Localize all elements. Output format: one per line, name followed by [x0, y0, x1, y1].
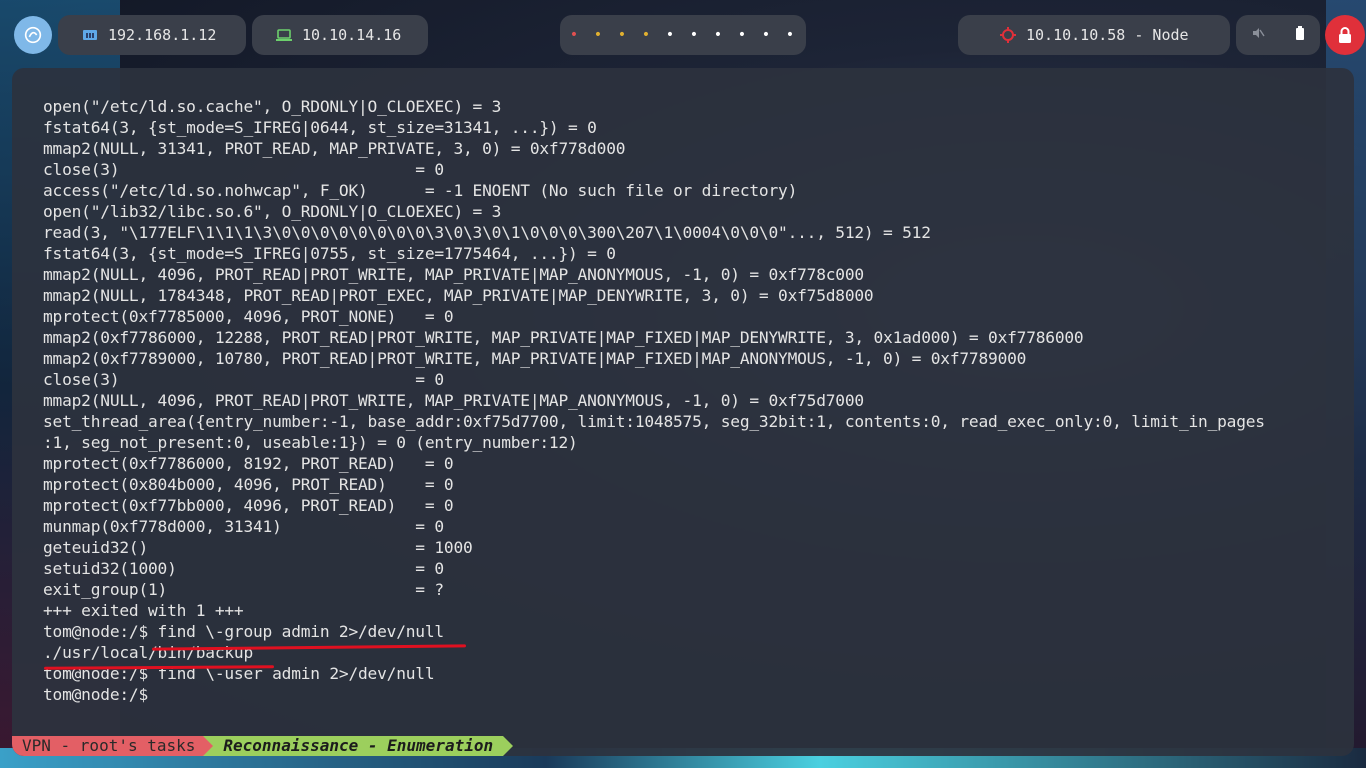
terminal-line: mmap2(0xf7786000, 12288, PROT_READ|PROT_… — [43, 328, 1084, 347]
tmux-statusbar: VPN - root's tasks Reconnaissance - Enum… — [12, 736, 514, 756]
window-label[interactable]: Reconnaissance - Enumeration — [213, 736, 504, 756]
terminal-line: :1, seg_not_present:0, useable:1}) = 0 (… — [43, 433, 578, 452]
terminal-line: exit_group(1) = ? — [43, 580, 444, 599]
arch-swirl-icon — [24, 26, 42, 44]
local-ip-widget[interactable]: 192.168.1.12 — [58, 15, 246, 55]
workspace-dot[interactable]: • — [634, 15, 658, 55]
terminal-line: read(3, "\177ELF\1\1\1\3\0\0\0\0\0\0\0\0… — [43, 223, 931, 242]
terminal-line: setuid32(1000) = 0 — [43, 559, 444, 578]
terminal-line: mmap2(NULL, 1784348, PROT_READ|PROT_EXEC… — [43, 286, 874, 305]
terminal-line: close(3) = 0 — [43, 160, 444, 179]
network-icon — [82, 28, 98, 42]
terminal-line: mprotect(0x804b000, 4096, PROT_READ) = 0 — [43, 475, 454, 494]
target-text: 10.10.10.58 - Node — [1026, 26, 1189, 44]
workspace-dot[interactable]: • — [658, 15, 682, 55]
battery-icon[interactable] — [1295, 26, 1305, 44]
workspace-dot[interactable]: • — [730, 15, 754, 55]
terminal-line: mprotect(0xf77bb000, 4096, PROT_READ) = … — [43, 496, 454, 515]
terminal-line: munmap(0xf778d000, 31341) = 0 — [43, 517, 444, 536]
workspace-dot[interactable]: • — [586, 15, 610, 55]
terminal-line: close(3) = 0 — [43, 370, 444, 389]
workspace-dot[interactable]: • — [562, 15, 586, 55]
terminal-line: tom@node:/$ — [43, 685, 158, 704]
workspace-dot[interactable]: • — [610, 15, 634, 55]
crosshair-icon — [1000, 27, 1016, 43]
workspace-dot[interactable]: • — [754, 15, 778, 55]
vpn-ip-widget[interactable]: 10.10.14.16 — [252, 15, 428, 55]
terminal-line: open("/lib32/libc.so.6", O_RDONLY|O_CLOE… — [43, 202, 502, 221]
terminal-line: set_thread_area({entry_number:-1, base_a… — [43, 412, 1265, 431]
terminal-line: tom@node:/$ find \-group admin 2>/dev/nu… — [43, 622, 444, 641]
workspace-dot[interactable]: • — [778, 15, 802, 55]
terminal-line: access("/etc/ld.so.nohwcap", F_OK) = -1 … — [43, 181, 798, 200]
terminal-line: mmap2(NULL, 31341, PROT_READ, MAP_PRIVAT… — [43, 139, 626, 158]
terminal-line: fstat64(3, {st_mode=S_IFREG|0644, st_siz… — [43, 118, 597, 137]
terminal-line: fstat64(3, {st_mode=S_IFREG|0755, st_siz… — [43, 244, 616, 263]
target-widget[interactable]: 10.10.10.58 - Node — [958, 15, 1230, 55]
vpn-ip-text: 10.10.14.16 — [302, 26, 402, 44]
terminal-line: mprotect(0xf7785000, 4096, PROT_NONE) = … — [43, 307, 454, 326]
workspace-switcher[interactable]: • • • • • • • • • • — [560, 15, 806, 55]
terminal-line: mmap2(NULL, 4096, PROT_READ|PROT_WRITE, … — [43, 265, 864, 284]
terminal-line: geteuid32() = 1000 — [43, 538, 473, 557]
separator-arrow — [203, 736, 214, 756]
terminal-line: open("/etc/ld.so.cache", O_RDONLY|O_CLOE… — [43, 97, 502, 116]
session-label[interactable]: VPN - root's tasks — [12, 736, 204, 756]
system-tray[interactable] — [1236, 15, 1320, 55]
workspace-dot[interactable]: • — [706, 15, 730, 55]
terminal-line: mmap2(NULL, 4096, PROT_READ|PROT_WRITE, … — [43, 391, 864, 410]
terminal-line: mprotect(0xf7786000, 8192, PROT_READ) = … — [43, 454, 454, 473]
laptop-icon — [276, 28, 292, 42]
terminal-line: +++ exited with 1 +++ — [43, 601, 244, 620]
volume-muted-icon[interactable] — [1251, 26, 1265, 44]
terminal-line: ./usr/local/bin/backup — [43, 643, 254, 662]
launcher-button[interactable] — [14, 16, 52, 54]
separator-arrow — [503, 736, 514, 756]
lock-icon — [1339, 27, 1351, 43]
terminal-window[interactable]: open("/etc/ld.so.cache", O_RDONLY|O_CLOE… — [12, 68, 1354, 756]
local-ip-text: 192.168.1.12 — [108, 26, 217, 44]
workspace-dot[interactable]: • — [682, 15, 706, 55]
power-button[interactable] — [1325, 15, 1365, 55]
terminal-line: mmap2(0xf7789000, 10780, PROT_READ|PROT_… — [43, 349, 1027, 368]
terminal-output[interactable]: open("/etc/ld.so.cache", O_RDONLY|O_CLOE… — [43, 96, 1343, 705]
